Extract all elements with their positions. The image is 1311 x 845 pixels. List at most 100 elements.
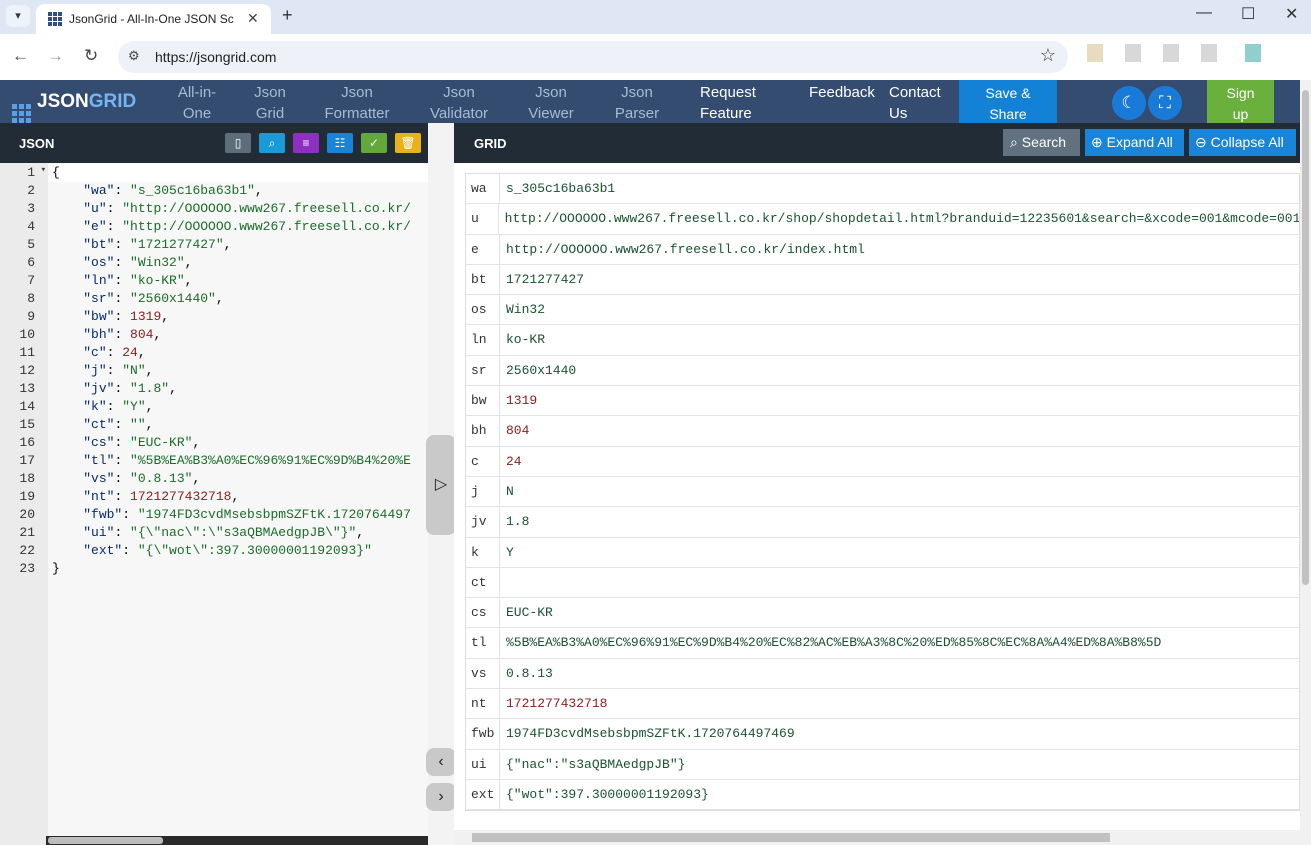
grid-row[interactable]: ct xyxy=(466,567,1299,599)
grid-row[interactable]: kY xyxy=(466,537,1299,568)
fullscreen-icon[interactable]: ⛶ xyxy=(1148,86,1182,120)
code-line[interactable]: "u": "http://OOOOOO.www267.freesell.co.k… xyxy=(52,201,411,216)
code-line[interactable]: "c": 24, xyxy=(52,345,145,360)
delete-icon[interactable]: 🗑 xyxy=(395,133,421,153)
editor-scrollbar-thumb[interactable] xyxy=(48,837,163,844)
code-line[interactable]: "k": "Y", xyxy=(52,399,153,414)
grid-value[interactable]: {"nac":"s3aQBMAedgpJB"} xyxy=(500,750,685,779)
collapse-all-button[interactable]: ⊖ Collapse All xyxy=(1189,129,1296,156)
grid-value[interactable]: 2560x1440 xyxy=(500,356,576,385)
close-window-icon[interactable]: ✕ xyxy=(1285,4,1298,24)
grid-value[interactable]: EUC-KR xyxy=(500,598,553,627)
back-icon[interactable]: ← xyxy=(12,46,29,66)
code-line[interactable]: "wa": "s_305c16ba63b1", xyxy=(52,183,262,198)
grid-horizontal-scrollbar[interactable] xyxy=(454,830,1300,845)
omnibox[interactable]: ⚙ https://jsongrid.com ☆ xyxy=(118,41,1068,73)
grid-row[interactable]: bw 1319 xyxy=(466,386,1299,417)
grid-row[interactable]: sr 2560x1440 xyxy=(466,355,1299,387)
grid-value[interactable]: s_305c16ba63b1 xyxy=(500,174,615,203)
expand-all-button[interactable]: ⊕ Expand All xyxy=(1085,129,1184,156)
code-line[interactable]: "vs": "0.8.13", xyxy=(52,471,200,486)
tab-search-button[interactable]: ▾ xyxy=(6,5,30,27)
expand-left-button[interactable]: › xyxy=(426,783,456,811)
grid-row[interactable]: c 24 xyxy=(466,446,1299,477)
nav-json-formatter[interactable]: Json Formatter xyxy=(317,82,397,124)
grid-value[interactable]: Win32 xyxy=(500,295,545,324)
transfer-to-grid-button[interactable]: ▷ xyxy=(426,435,456,535)
url-text[interactable]: https://jsongrid.com xyxy=(155,49,276,65)
reload-icon[interactable]: ↻ xyxy=(84,46,98,66)
grid-value[interactable]: 24 xyxy=(500,447,522,476)
close-tab-icon[interactable]: ✕ xyxy=(247,10,259,27)
code-line[interactable]: "bt": "1721277427", xyxy=(52,237,231,252)
grid-row[interactable]: jv 1.8 xyxy=(466,507,1299,538)
code-line[interactable]: "os": "Win32", xyxy=(52,255,192,270)
validate-icon[interactable]: ✓ xyxy=(361,133,387,153)
nav-json-viewer[interactable]: Json Viewer xyxy=(511,82,591,124)
nav-json-parser[interactable]: Json Parser xyxy=(597,82,677,124)
grid-value[interactable]: N xyxy=(500,477,514,506)
grid-value[interactable]: 1721277427 xyxy=(500,265,584,294)
maximize-icon[interactable]: ☐ xyxy=(1241,4,1255,24)
page-scrollbar[interactable] xyxy=(1300,80,1311,845)
code-line[interactable]: "cs": "EUC-KR", xyxy=(52,435,200,450)
new-file-icon[interactable]: ▯ xyxy=(225,133,251,153)
grid-row[interactable]: tl %5B%EA%B3%A0%EC%96%91%EC%9D%B4%20%EC%8… xyxy=(466,628,1299,659)
collapse-left-button[interactable]: ‹ xyxy=(426,748,456,776)
dark-mode-icon[interactable]: ☾ xyxy=(1112,86,1146,120)
grid-row[interactable]: ext {"wot":397.30000001192093} xyxy=(466,779,1299,811)
grid-value[interactable]: 1974FD3cvdMsebsbpmSZFtK.1720764497469 xyxy=(500,719,795,748)
grid-value[interactable]: 0.8.13 xyxy=(500,659,553,688)
nav-json-validator[interactable]: Json Validator xyxy=(419,82,499,124)
grid-value[interactable]: Y xyxy=(500,538,514,567)
grid-row[interactable]: fwb 1974FD3cvdMsebsbpmSZFtK.1720764497469 xyxy=(466,719,1299,750)
jsongrid-logo[interactable]: JSONGRID xyxy=(12,91,136,123)
nav-all-in-one[interactable]: All-in- One xyxy=(157,82,237,124)
format-icon[interactable]: ≡ xyxy=(293,133,319,153)
grid-row[interactable]: cs EUC-KR xyxy=(466,598,1299,629)
grid-value[interactable]: {"wot":397.30000001192093} xyxy=(500,780,709,809)
grid-row[interactable]: wa s_305c16ba63b1 xyxy=(466,174,1299,205)
code-line[interactable]: "ui": "{\"nac\":\"s3aQBMAedgpJB\"}", xyxy=(52,525,364,540)
grid-row[interactable]: e http://OOOOOO.www267.freesell.co.kr/ind… xyxy=(466,234,1299,265)
grid-value[interactable]: %5B%EA%B3%A0%EC%96%91%EC%9D%B4%20%EC%82%… xyxy=(500,628,1161,657)
code-line[interactable]: "e": "http://OOOOOO.www267.freesell.co.k… xyxy=(52,219,411,234)
grid-search-button[interactable]: ⌕ Search xyxy=(1003,129,1080,156)
grid-row[interactable]: ui {"nac":"s3aQBMAedgpJB"} xyxy=(466,749,1299,780)
grid-row[interactable]: vs 0.8.13 xyxy=(466,658,1299,690)
grid-value[interactable]: 1721277432718 xyxy=(500,689,607,718)
browser-tab[interactable]: JsonGrid - All-In-One JSON Sc ✕ xyxy=(36,4,271,34)
nav-contact-us[interactable]: Contact Us xyxy=(889,82,969,124)
grid-row[interactable]: nt 1721277432718 xyxy=(466,689,1299,720)
extension-icons[interactable] xyxy=(1087,44,1287,68)
search-icon[interactable]: ⌕ xyxy=(259,133,285,153)
grid-value[interactable]: ko-KR xyxy=(500,325,545,354)
code-line[interactable]: "bw": 1319, xyxy=(52,309,169,324)
json-code-editor[interactable]: 1 2 3 4 5 6 7 8 9 10 11 12 13 14 15 16 17 18 19 20 21 22 23 ▾ {… xyxy=(0,163,428,845)
code-line[interactable]: "j": "N", xyxy=(52,363,153,378)
grid-value[interactable]: 804 xyxy=(500,416,529,445)
minimize-icon[interactable]: — xyxy=(1196,4,1212,22)
code-line[interactable]: { xyxy=(52,165,60,180)
code-line[interactable]: "nt": 1721277432718, xyxy=(52,489,239,504)
code-line[interactable]: "ln": "ko-KR", xyxy=(52,273,192,288)
code-line[interactable]: } xyxy=(52,561,60,576)
grid-value[interactable]: 1319 xyxy=(500,386,537,415)
forward-icon[interactable]: → xyxy=(47,46,64,66)
grid-value[interactable]: http://OOOOOO.www267.freesell.co.kr/shop… xyxy=(499,204,1299,233)
grid-row[interactable]: jN xyxy=(466,476,1299,508)
table-icon[interactable]: ☷ xyxy=(327,133,353,153)
editor-horizontal-scrollbar[interactable] xyxy=(46,836,428,845)
code-line[interactable]: "bh": 804, xyxy=(52,327,161,342)
code-line[interactable]: "jv": "1.8", xyxy=(52,381,177,396)
code-line[interactable]: "ct": "", xyxy=(52,417,153,432)
bookmark-star-icon[interactable]: ☆ xyxy=(1040,45,1056,66)
grid-row[interactable]: bt 1721277427 xyxy=(466,264,1299,296)
grid-row[interactable]: u http://OOOOOO.www267.freesell.co.kr/sho… xyxy=(466,204,1299,235)
grid-scrollbar-thumb[interactable] xyxy=(472,833,1110,842)
grid-row[interactable]: bh 804 xyxy=(466,416,1299,447)
code-line[interactable]: "ext": "{\"wot\":397.30000001192093}" xyxy=(52,543,372,558)
code-line[interactable]: "sr": "2560x1440", xyxy=(52,291,223,306)
new-tab-button[interactable]: + xyxy=(282,5,293,26)
nav-request-feature[interactable]: Request Feature xyxy=(700,82,780,124)
